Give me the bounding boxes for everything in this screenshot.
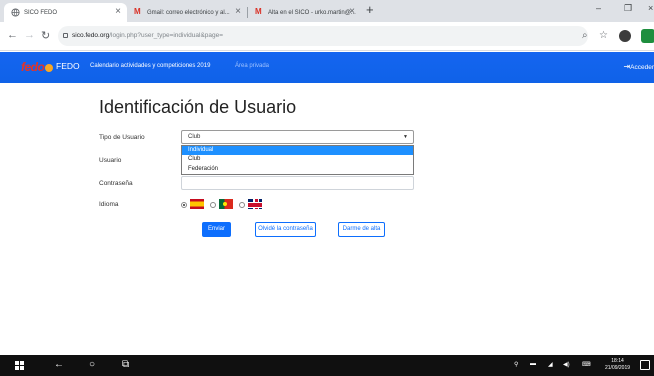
clock-time: 18:14 <box>611 358 624 364</box>
signup-button[interactable]: Darme de alta <box>338 222 385 237</box>
close-tab-icon[interactable]: × <box>115 6 121 17</box>
option-federacion[interactable]: Federación <box>182 165 413 174</box>
back-arrow-icon[interactable]: ← <box>54 359 64 370</box>
wifi-icon[interactable]: ◢ <box>548 361 553 368</box>
logo-text: fedo <box>21 60 45 74</box>
submit-button[interactable]: Enviar <box>202 222 231 237</box>
brand-name[interactable]: FEDO <box>56 61 80 71</box>
user-type-dropdown-list: Individual Club Federación <box>181 145 414 175</box>
language-radio-es[interactable] <box>181 202 187 208</box>
tab-title: Alta en el SICO - urko.martin@... <box>268 9 356 16</box>
tab-alta-sico[interactable]: M Alta en el SICO - urko.martin@... × <box>248 3 361 22</box>
cortana-circle-icon[interactable]: ○ <box>89 359 95 370</box>
network-icon[interactable]: ▬ <box>530 361 536 367</box>
back-arrow-icon[interactable]: ← <box>7 29 18 41</box>
close-tab-icon[interactable]: × <box>235 6 241 17</box>
url-path: /login.php?user_type=individual&page= <box>109 32 224 39</box>
option-club[interactable]: Club <box>182 155 413 164</box>
browser-tab-bar: SICO FEDO × M Gmail: correo electrónico … <box>0 0 654 22</box>
taskbar-clock[interactable]: 18:14 21/09/2019 <box>605 358 630 372</box>
fedo-logo[interactable]: fedo <box>21 60 54 74</box>
password-field[interactable] <box>181 176 414 190</box>
reload-icon[interactable]: ↻ <box>41 29 50 42</box>
close-tab-icon[interactable]: × <box>349 6 355 17</box>
tab-gmail[interactable]: M Gmail: correo electrónico y al... × <box>127 3 248 22</box>
tab-title: Gmail: correo electrónico y al... <box>147 9 230 16</box>
user-type-selected-value: Club <box>188 134 201 140</box>
idioma-label: Idioma <box>99 201 119 208</box>
windows-start-icon[interactable] <box>15 361 24 370</box>
sun-logo-icon <box>45 64 54 72</box>
new-tab-button[interactable]: + <box>366 2 374 17</box>
login-label: Acceder <box>630 64 654 71</box>
minimize-button[interactable]: – <box>596 3 601 13</box>
windows-taskbar: ← ○ ⧉ ⚲ ▬ ◢ ◀) ⌨ 18:14 21/09/2019 <box>0 355 654 376</box>
profile-avatar[interactable] <box>619 30 631 42</box>
forward-arrow-icon[interactable]: → <box>24 29 35 41</box>
zoom-icon[interactable]: ⌕ <box>582 30 588 41</box>
page-title: Identificación de Usuario <box>99 97 297 117</box>
extension-icon[interactable] <box>641 29 654 43</box>
address-bar-row: ← → ↻ sico.fedo.org/login.php?user_type=… <box>0 22 654 51</box>
lock-icon <box>63 33 68 38</box>
nav-link-area-privada[interactable]: Área privada <box>235 63 269 69</box>
gmail-icon: M <box>255 7 262 16</box>
close-window-button[interactable]: × <box>648 3 653 13</box>
people-icon[interactable]: ⚲ <box>514 361 518 368</box>
task-view-icon[interactable]: ⧉ <box>122 359 129 370</box>
caret-down-icon: ▼ <box>403 134 408 140</box>
portugal-flag-icon <box>219 199 233 209</box>
url-field[interactable]: sico.fedo.org/login.php?user_type=indivi… <box>58 26 588 46</box>
volume-icon[interactable]: ◀) <box>563 361 570 368</box>
usuario-label: Usuario <box>99 157 122 164</box>
bookmark-star-icon[interactable]: ☆ <box>599 30 608 41</box>
login-link[interactable]: ⇥Acceder <box>623 62 654 71</box>
clock-date: 21/09/2019 <box>605 365 631 371</box>
gmail-icon: M <box>134 7 141 16</box>
password-label: Contraseña <box>99 180 133 187</box>
language-radio-pt[interactable] <box>210 202 216 208</box>
url-host: sico.fedo.org <box>72 32 110 39</box>
maximize-button[interactable]: ❐ <box>624 3 632 14</box>
option-individual[interactable]: Individual <box>182 146 413 156</box>
notifications-icon[interactable] <box>640 360 650 370</box>
language-radio-en[interactable] <box>239 202 245 208</box>
forgot-password-button[interactable]: Olvidé la contraseña <box>255 222 316 237</box>
spain-flag-icon <box>190 199 204 209</box>
tab-title: SICO FEDO <box>24 9 58 16</box>
globe-icon <box>11 8 20 17</box>
keyboard-icon[interactable]: ⌨ <box>582 361 591 368</box>
tab-sico-fedo[interactable]: SICO FEDO × <box>4 3 127 22</box>
uk-flag-icon <box>248 199 262 209</box>
nav-link-calendario[interactable]: Calendario actividades y competiciones 2… <box>90 63 210 69</box>
user-type-select[interactable]: Club ▼ <box>181 130 414 144</box>
tipo-usuario-label: Tipo de Usuario <box>99 134 145 141</box>
site-navbar: fedo FEDO Calendario actividades y compe… <box>0 52 654 83</box>
